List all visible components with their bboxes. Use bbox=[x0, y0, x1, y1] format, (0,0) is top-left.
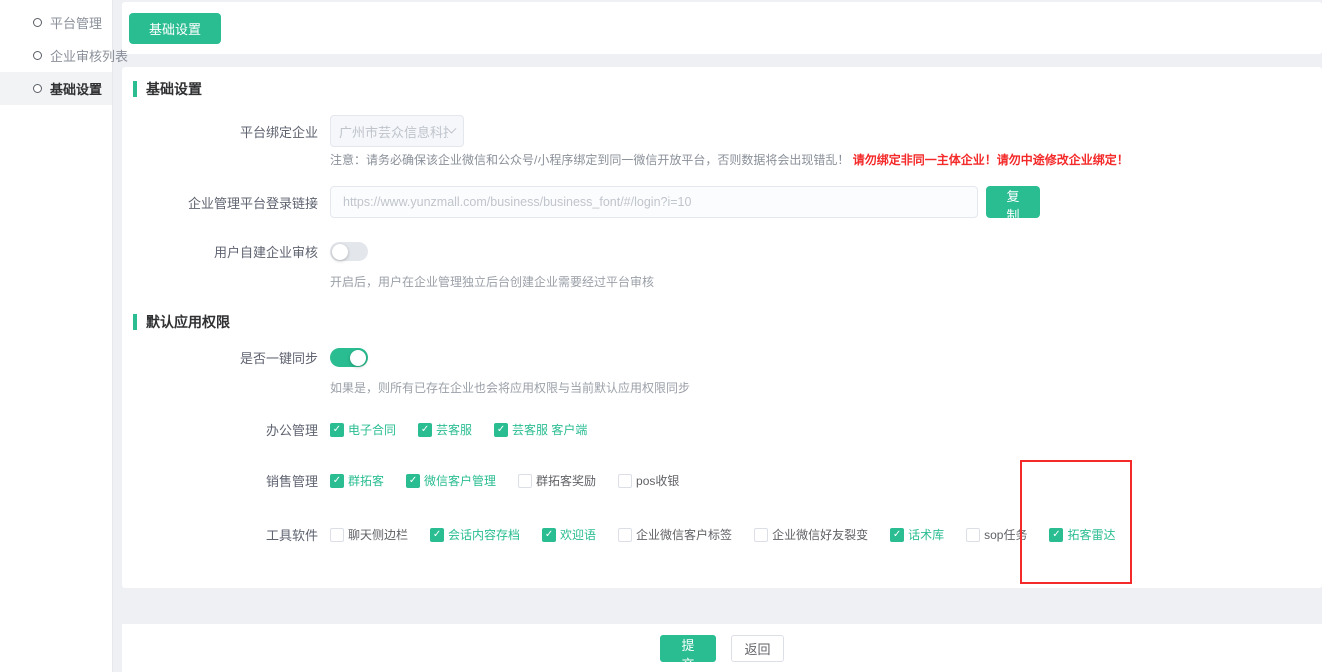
permission-checkbox[interactable]: ✓ 话术库 bbox=[890, 526, 944, 543]
permission-checkbox[interactable]: 企业微信客户标签 bbox=[618, 526, 732, 543]
audit-help-row: 开启后，用户在企业管理独立后台创建企业需要经过平台审核 bbox=[133, 273, 1322, 290]
group-label: 工具软件 bbox=[133, 525, 330, 544]
note-text: 注意：请务必确保该企业微信和公众号/小程序绑定到同一微信开放平台，否则数据将会出… bbox=[330, 153, 849, 167]
sidebar-item-platform-management[interactable]: 平台管理 bbox=[0, 6, 112, 39]
permission-checkbox[interactable]: ✓ 芸客服 bbox=[418, 421, 472, 438]
checkbox-checked-icon: ✓ bbox=[430, 528, 444, 542]
permission-checkbox[interactable]: ✓ 欢迎语 bbox=[542, 526, 596, 543]
sync-help-row: 如果是，则所有已存在企业也会将应用权限与当前默认应用权限同步 bbox=[133, 379, 1322, 396]
section-accent-bar bbox=[133, 314, 137, 330]
permission-checkbox[interactable]: ✓ 微信客户管理 bbox=[406, 472, 496, 489]
sidebar-item-label: 企业审核列表 bbox=[50, 46, 128, 65]
platform-bind-note-row: 注意：请务必确保该企业微信和公众号/小程序绑定到同一微信开放平台，否则数据将会出… bbox=[133, 151, 1322, 168]
section-header-default-permissions: 默认应用权限 bbox=[133, 314, 1322, 330]
checkbox-unchecked-icon bbox=[518, 474, 532, 488]
radio-circle-icon bbox=[33, 18, 42, 27]
radio-circle-icon bbox=[33, 51, 42, 60]
tool-software-group: 工具软件 聊天侧边栏 ✓ 会话内容存档 ✓ 欢迎语 企业微信客户标签 bbox=[133, 525, 1322, 544]
permission-checkbox[interactable]: ✓ 会话内容存档 bbox=[430, 526, 520, 543]
section-title: 基础设置 bbox=[146, 79, 202, 99]
audit-toggle[interactable] bbox=[330, 242, 368, 261]
toggle-knob bbox=[350, 350, 366, 366]
sidebar-item-basic-settings[interactable]: 基础设置 bbox=[0, 72, 112, 105]
sidebar-item-label: 平台管理 bbox=[50, 13, 102, 32]
audit-label: 用户自建企业审核 bbox=[133, 242, 330, 261]
group-label: 销售管理 bbox=[133, 471, 330, 490]
sales-management-group: 销售管理 ✓ 群拓客 ✓ 微信客户管理 群拓客奖励 pos收银 bbox=[133, 471, 1322, 490]
checkbox-checked-icon: ✓ bbox=[890, 528, 904, 542]
main-content: 基础设置 基础设置 平台绑定企业 广州市芸众信息科技有限公 注意：请务必确保该企… bbox=[122, 0, 1322, 672]
audit-toggle-row: 用户自建企业审核 bbox=[133, 242, 1322, 261]
checkbox-unchecked-icon bbox=[754, 528, 768, 542]
login-link-label: 企业管理平台登录链接 bbox=[133, 193, 330, 212]
checkbox-checked-icon: ✓ bbox=[1049, 528, 1063, 542]
section-header-basic-settings: 基础设置 bbox=[133, 81, 1322, 97]
office-management-group: 办公管理 ✓ 电子合同 ✓ 芸客服 ✓ 芸客服 客户端 bbox=[133, 420, 1322, 439]
platform-bind-select-value: 广州市芸众信息科技有限公 bbox=[339, 122, 448, 141]
section-title: 默认应用权限 bbox=[146, 312, 230, 332]
sidebar-item-enterprise-audit-list[interactable]: 企业审核列表 bbox=[0, 39, 112, 72]
login-link-input[interactable] bbox=[330, 186, 978, 218]
sync-help-text: 如果是，则所有已存在企业也会将应用权限与当前默认应用权限同步 bbox=[330, 379, 690, 396]
checkbox-checked-icon: ✓ bbox=[494, 423, 508, 437]
sync-toggle[interactable] bbox=[330, 348, 368, 367]
submit-button[interactable]: 提交 bbox=[660, 635, 716, 662]
checkbox-checked-icon: ✓ bbox=[418, 423, 432, 437]
chevron-down-icon bbox=[447, 123, 457, 133]
checkbox-unchecked-icon bbox=[966, 528, 980, 542]
sidebar: 平台管理 企业审核列表 基础设置 bbox=[0, 0, 113, 672]
permission-checkbox[interactable]: 企业微信好友裂变 bbox=[754, 526, 868, 543]
footer-action-bar: 提交 返回 bbox=[122, 624, 1322, 672]
checkbox-checked-icon: ✓ bbox=[542, 528, 556, 542]
permission-checkbox[interactable]: ✓ 电子合同 bbox=[330, 421, 396, 438]
checkbox-unchecked-icon bbox=[618, 528, 632, 542]
checkbox-unchecked-icon bbox=[618, 474, 632, 488]
section-accent-bar bbox=[133, 81, 137, 97]
sync-label: 是否一键同步 bbox=[133, 348, 330, 367]
group-label: 办公管理 bbox=[133, 420, 330, 439]
platform-bind-select[interactable]: 广州市芸众信息科技有限公 bbox=[330, 115, 464, 147]
checkbox-checked-icon: ✓ bbox=[330, 474, 344, 488]
permission-checkbox-tuokeleida[interactable]: ✓ 拓客雷达 bbox=[1049, 526, 1115, 543]
permission-checkbox[interactable]: ✓ 群拓客 bbox=[330, 472, 384, 489]
toggle-knob bbox=[332, 244, 348, 260]
permission-checkbox[interactable]: 群拓客奖励 bbox=[518, 472, 596, 489]
note-warning-text: 请勿绑定非同一主体企业！请勿中途修改企业绑定！ bbox=[853, 153, 1129, 167]
checkbox-unchecked-icon bbox=[330, 528, 344, 542]
permission-checkbox[interactable]: 聊天侧边栏 bbox=[330, 526, 408, 543]
checkbox-checked-icon: ✓ bbox=[406, 474, 420, 488]
sidebar-item-label: 基础设置 bbox=[50, 79, 102, 98]
platform-bind-note: 注意：请务必确保该企业微信和公众号/小程序绑定到同一微信开放平台，否则数据将会出… bbox=[330, 151, 1129, 168]
sync-toggle-row: 是否一键同步 bbox=[133, 348, 1322, 367]
permission-checkbox[interactable]: ✓ 芸客服 客户端 bbox=[494, 421, 587, 438]
audit-help-text: 开启后，用户在企业管理独立后台创建企业需要经过平台审核 bbox=[330, 273, 654, 290]
permission-checkbox[interactable]: pos收银 bbox=[618, 472, 679, 489]
checkbox-checked-icon: ✓ bbox=[330, 423, 344, 437]
back-button[interactable]: 返回 bbox=[731, 635, 784, 662]
tab-basic-settings[interactable]: 基础设置 bbox=[129, 13, 221, 44]
settings-card: 基础设置 平台绑定企业 广州市芸众信息科技有限公 注意：请务必确保该企业微信和公… bbox=[122, 67, 1322, 588]
platform-bind-label: 平台绑定企业 bbox=[133, 122, 330, 141]
tab-bar: 基础设置 bbox=[122, 2, 1322, 54]
permission-checkbox[interactable]: sop任务 bbox=[966, 526, 1027, 543]
radio-circle-icon bbox=[33, 84, 42, 93]
login-link-row: 企业管理平台登录链接 复制 bbox=[133, 186, 1322, 218]
copy-button[interactable]: 复制 bbox=[986, 186, 1040, 218]
platform-bind-row: 平台绑定企业 广州市芸众信息科技有限公 bbox=[133, 115, 1322, 147]
